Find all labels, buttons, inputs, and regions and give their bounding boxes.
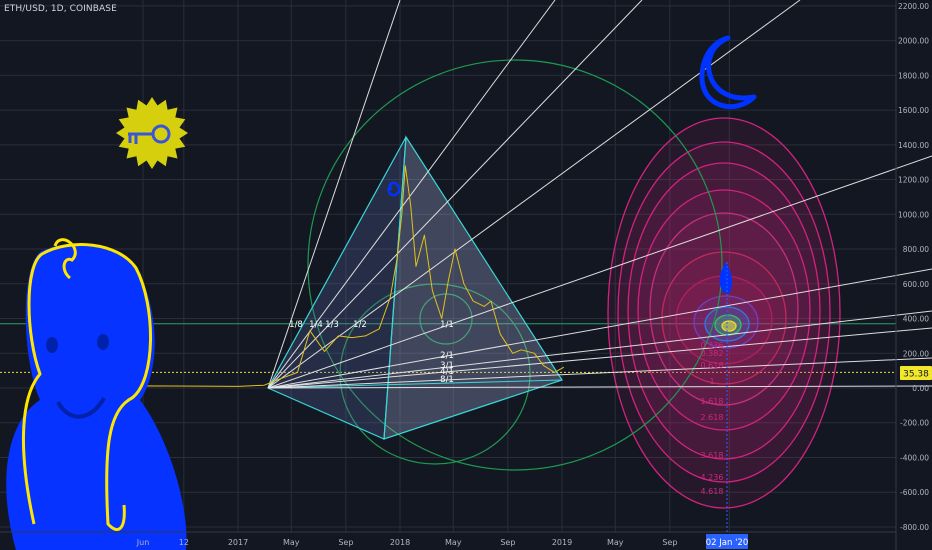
chart-root[interactable]: 1/8 1/4 1/3 1/2 1/1 2/1 3/1 4/1 8/1 0.236 0.382 0.…	[0, 0, 932, 550]
x-tick-label: Sep	[338, 538, 353, 547]
fan-label: 1/3	[325, 320, 339, 330]
y-tick-label: 2000.00	[898, 37, 929, 46]
fan-label: 1/8	[289, 320, 303, 330]
contour-label: 2.618	[701, 413, 724, 422]
y-tick-label: 1400.00	[898, 141, 929, 150]
fan-label: 2/1	[440, 351, 454, 361]
contour-label: 1	[709, 377, 714, 386]
x-tick-label: May	[607, 538, 624, 547]
x-tick-label: May	[445, 538, 462, 547]
fan-label: 1/4	[309, 320, 323, 330]
fib-contour-ring[interactable]	[721, 320, 737, 332]
y-tick-label: 400.00	[903, 315, 929, 324]
y-tick-label: 1000.00	[898, 210, 929, 219]
fan-label: 1/2	[353, 320, 367, 330]
y-tick-label: -400.00	[900, 453, 929, 462]
y-tick-label: 600.00	[903, 280, 929, 289]
x-tick-label: 2019	[552, 538, 572, 547]
y-tick-label: -800.00	[900, 523, 929, 532]
contour-label: 0.618	[701, 361, 724, 370]
contour-label: 1.618	[701, 397, 724, 406]
y-tick-label: 1800.00	[898, 71, 929, 80]
x-tick-label: 12	[179, 538, 189, 547]
fan-label: 1/1	[440, 320, 454, 330]
current-price-label: 35.38	[903, 370, 929, 380]
x-tick-label: 2018	[390, 538, 410, 547]
contour-label: 4.618	[701, 487, 724, 496]
contour-labels: 0.2360.3820.61811.6182.6183.6184.2364.61…	[701, 341, 724, 496]
penguin-eye-right	[97, 334, 109, 350]
y-tick-label: 1200.00	[898, 176, 929, 185]
x-tick-label: Sep	[662, 538, 677, 547]
y-tick-label: 0.00	[912, 384, 929, 393]
penguin-eye-left	[46, 337, 58, 353]
contour-label: 3.618	[701, 451, 724, 460]
y-tick-label: -600.00	[900, 488, 929, 497]
x-tick-label: 2017	[228, 538, 248, 547]
x-tick-label: Sep	[500, 538, 515, 547]
symbol-title: ETH/USD, 1D, COINBASE	[4, 4, 117, 14]
y-tick-label: -200.00	[900, 419, 929, 428]
y-tick-label: 800.00	[903, 245, 929, 254]
y-tick-label: 200.00	[903, 349, 929, 358]
y-tick-label: 2200.00	[898, 2, 929, 11]
fib-contour-drawing[interactable]	[607, 117, 841, 509]
date-marker-label: 02 Jan '20	[706, 538, 748, 548]
contour-label: 4.236	[701, 473, 724, 482]
x-tick-label: Jun	[136, 538, 150, 547]
current-price-tag[interactable]: 35.38	[900, 366, 932, 380]
y-tick-label: 1600.00	[898, 106, 929, 115]
sun-key-sticker[interactable]	[116, 97, 188, 169]
fan-label: 8/1	[440, 375, 454, 385]
chart-canvas[interactable]: 1/8 1/4 1/3 1/2 1/12/13/14/18/1 0.2360.3820.…	[0, 0, 932, 550]
x-tick-label: May	[283, 538, 300, 547]
contour-label: 0.382	[701, 349, 724, 358]
